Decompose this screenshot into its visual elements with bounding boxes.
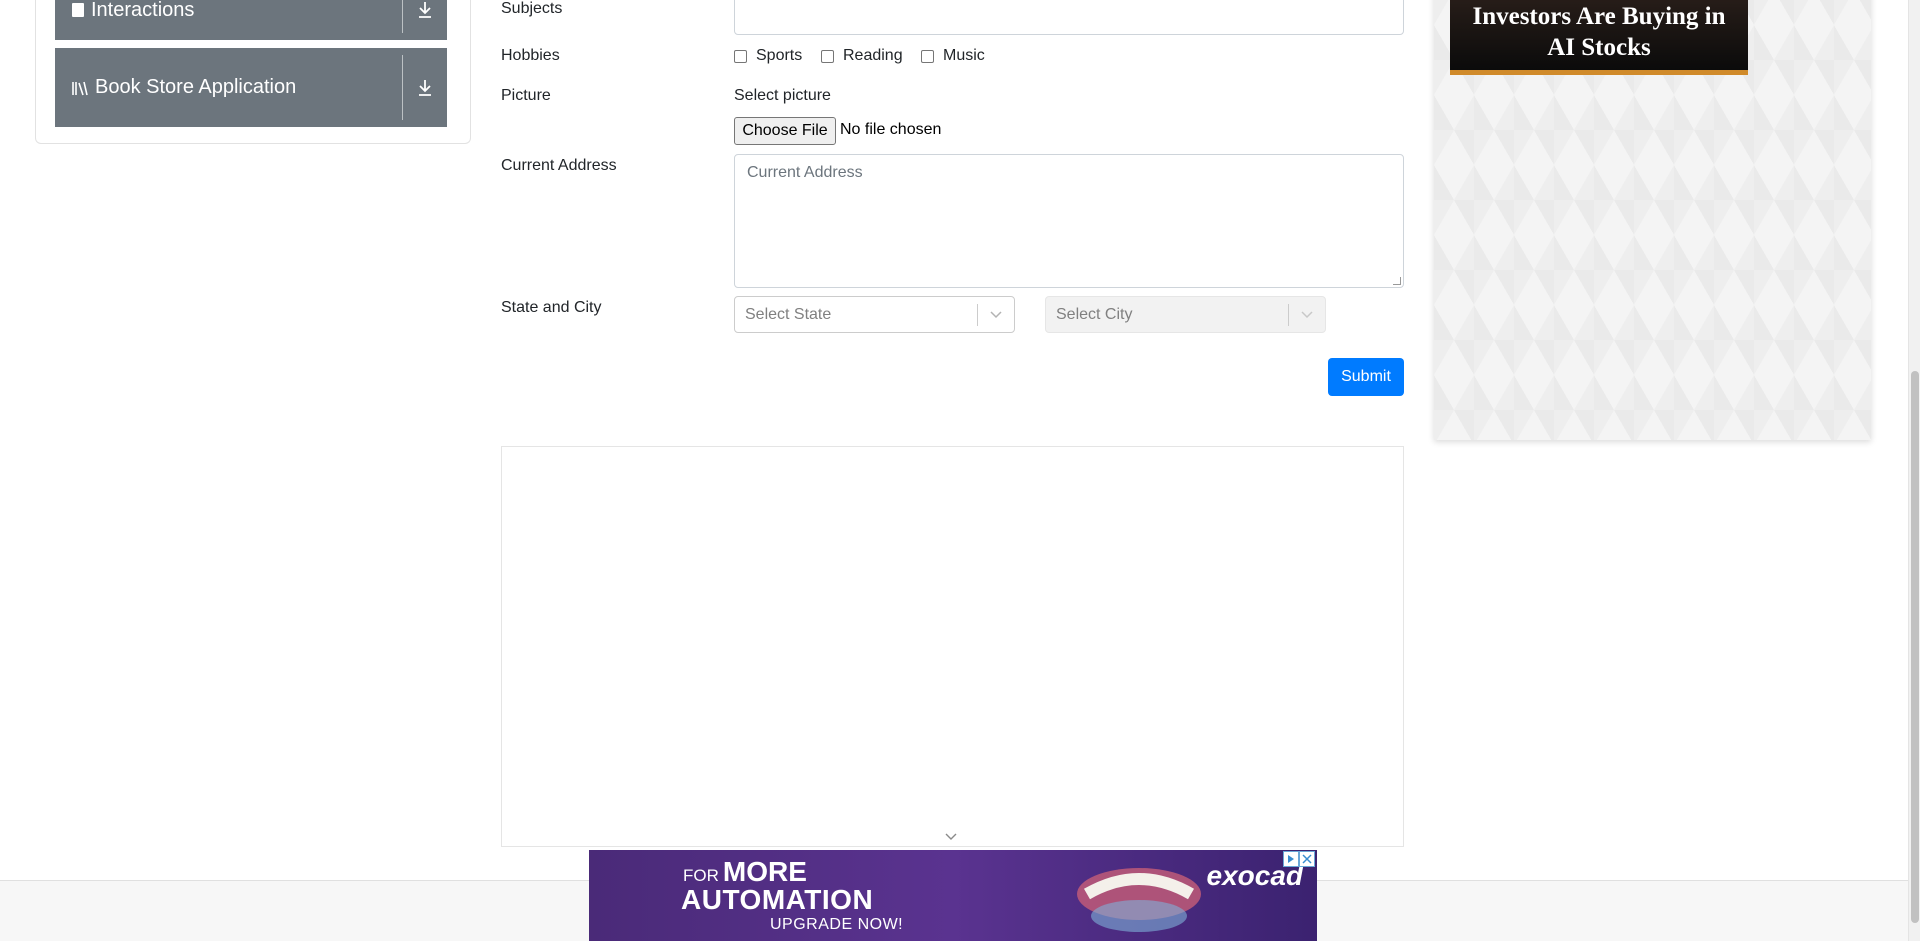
download-icon[interactable] [403, 1, 447, 19]
banner-automation: AUTOMATION [681, 884, 874, 915]
close-icon[interactable] [1299, 851, 1315, 867]
bottom-ad-banner[interactable]: FOR MORE AUTOMATION UPGRADE NOW! exocad [589, 850, 1317, 941]
scrollbar-thumb[interactable] [1911, 371, 1919, 923]
resize-handle-icon[interactable] [1393, 277, 1401, 285]
state-select[interactable]: Select State [734, 296, 1015, 333]
right-ad-headline[interactable]: Investors Are Buying in AI Stocks [1450, 0, 1748, 75]
hobbies-label: Hobbies [501, 47, 560, 64]
banner-more: MORE [722, 856, 807, 887]
chevron-down-icon [945, 833, 957, 840]
file-status: No file chosen [840, 121, 942, 138]
books-icon [72, 81, 88, 95]
interactions-icon [72, 3, 84, 17]
checkbox[interactable] [821, 49, 834, 63]
checkbox[interactable] [734, 49, 747, 63]
download-icon[interactable] [403, 79, 447, 97]
chevron-down-icon[interactable] [978, 310, 1014, 319]
state-city-label: State and City [501, 299, 602, 316]
sidebar-group-interactions[interactable]: Interactions [55, 0, 447, 40]
city-placeholder: Select City [1056, 305, 1133, 323]
choose-file-button[interactable]: Choose File [734, 117, 836, 145]
state-placeholder: Select State [745, 305, 832, 323]
checkbox[interactable] [921, 49, 934, 63]
sidebar-group-label: Interactions [91, 0, 195, 21]
current-address-label: Current Address [501, 157, 617, 174]
ad-info-icon[interactable] [1283, 851, 1299, 867]
chevron-down-icon[interactable] [1289, 310, 1325, 319]
picture-label: Picture [501, 87, 551, 104]
hobby-music-checkbox[interactable]: Music [921, 47, 985, 65]
select-picture-label: Select picture [734, 87, 831, 104]
sidebar-group-label: Book Store Application [95, 76, 297, 98]
hobby-reading-checkbox[interactable]: Reading [821, 47, 903, 65]
banner-cta: UPGRADE NOW! [770, 916, 904, 933]
subjects-label: Subjects [501, 0, 563, 17]
ad-frame [501, 446, 1404, 847]
submit-button[interactable]: Submit [1328, 358, 1404, 396]
hobby-sports-checkbox[interactable]: Sports [734, 47, 802, 65]
subjects-input[interactable] [734, 0, 1404, 35]
city-select[interactable]: Select City [1045, 296, 1326, 333]
current-address-textarea[interactable]: Current Address [734, 154, 1404, 288]
page-scrollbar[interactable] [1908, 0, 1920, 941]
sidebar-group-book-store[interactable]: Book Store Application [55, 48, 447, 127]
address-placeholder: Current Address [747, 164, 863, 181]
dental-model-image [1077, 868, 1201, 932]
banner-for: FOR [683, 866, 719, 885]
